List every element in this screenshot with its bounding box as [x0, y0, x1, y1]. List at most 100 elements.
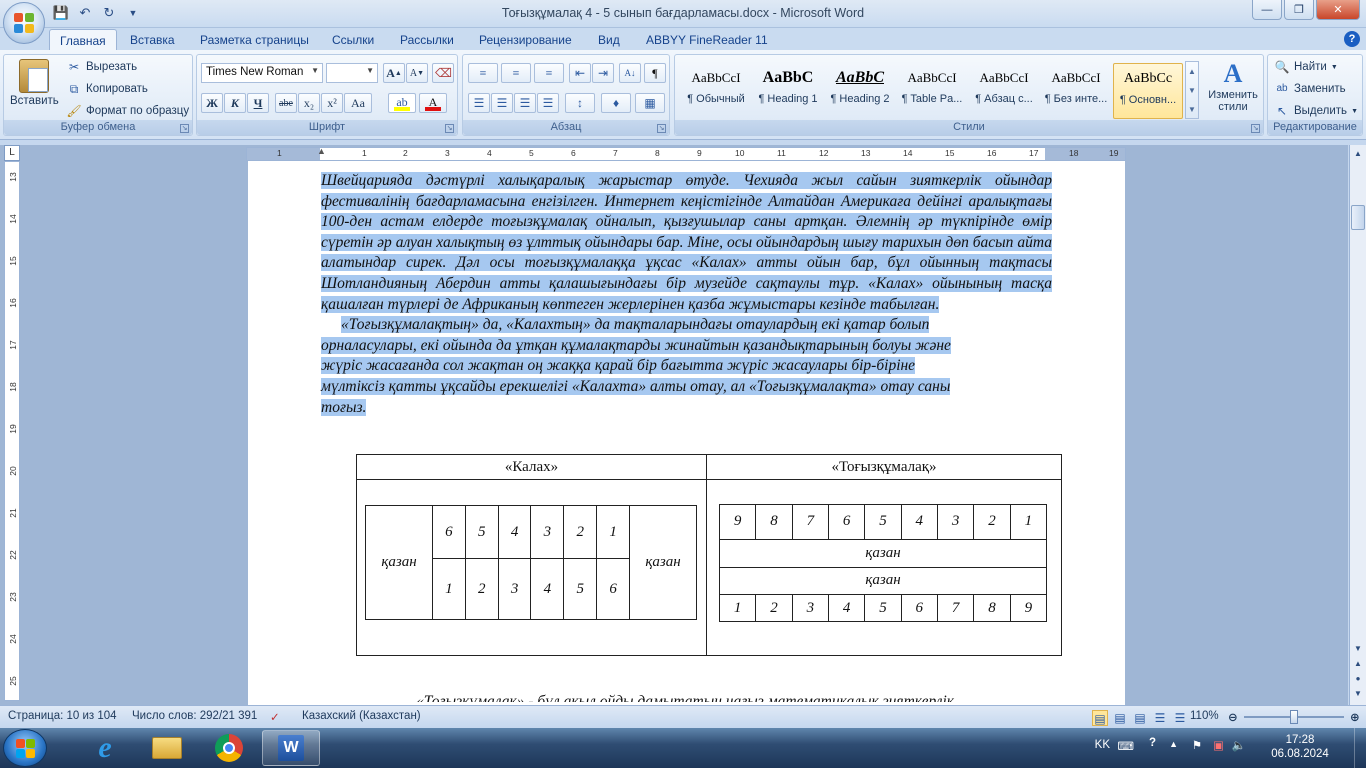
- next-page-icon[interactable]: ▼: [1351, 687, 1365, 701]
- zoom-in-icon[interactable]: ⊕: [1350, 710, 1360, 724]
- shading-button[interactable]: ♦: [601, 93, 631, 113]
- cut-button[interactable]: ✂ Вырезать: [66, 59, 137, 75]
- align-center-button[interactable]: ☰: [491, 93, 513, 113]
- decrease-indent-button[interactable]: ⇤: [569, 63, 591, 83]
- change-styles-button[interactable]: A Изменить стили: [1203, 59, 1263, 113]
- highlight-button[interactable]: ab: [388, 93, 416, 113]
- tab-review[interactable]: Рецензирование: [469, 31, 582, 50]
- italic-button[interactable]: К: [224, 93, 246, 113]
- font-name-combo[interactable]: Times New Roman ▼: [201, 63, 323, 83]
- document-page[interactable]: Швейцарияда дәстүрлі халықаралық жарыста…: [248, 161, 1125, 705]
- show-marks-button[interactable]: ¶: [644, 63, 666, 83]
- word-count[interactable]: Число слов: 292/21 391: [132, 710, 257, 722]
- justify-button[interactable]: ☰: [537, 93, 559, 113]
- bullets-button[interactable]: ≡: [468, 63, 498, 83]
- borders-button[interactable]: ▦: [635, 93, 665, 113]
- show-desktop-button[interactable]: [1354, 728, 1366, 768]
- bold-button[interactable]: Ж: [201, 93, 223, 113]
- tab-references[interactable]: Ссылки: [322, 31, 384, 50]
- previous-page-icon[interactable]: ▲: [1351, 657, 1365, 671]
- horizontal-ruler[interactable]: 1 1 2 3 4 5 6 7 8 9 10 11 12 13 14 15 16…: [246, 146, 1126, 161]
- paste-button[interactable]: Вставить: [10, 59, 59, 107]
- align-right-button[interactable]: ☰: [514, 93, 536, 113]
- language-indicator[interactable]: KK: [1095, 739, 1110, 751]
- zoom-level[interactable]: 110%: [1190, 710, 1219, 722]
- align-left-button[interactable]: ☰: [468, 93, 490, 113]
- network-icon[interactable]: ▣: [1213, 738, 1224, 752]
- scroll-down-icon[interactable]: ▼: [1186, 81, 1198, 100]
- scroll-thumb[interactable]: [1351, 205, 1365, 230]
- vertical-ruler[interactable]: 13 14 15 16 17 18 19 20 21 22 23 24 25: [4, 161, 20, 701]
- grow-font-button[interactable]: A ▲: [383, 63, 405, 83]
- help-icon[interactable]: ?: [1149, 737, 1156, 749]
- shrink-font-button[interactable]: A ▼: [406, 63, 428, 83]
- language-indicator[interactable]: Казахский (Казахстан): [302, 710, 421, 722]
- font-launcher-icon[interactable]: ↘: [445, 124, 454, 133]
- word-button[interactable]: W: [262, 730, 320, 766]
- select-button[interactable]: ↖ Выделить ▼: [1274, 103, 1358, 119]
- tab-abbyy[interactable]: ABBYY FineReader 11: [636, 31, 778, 50]
- paragraph-launcher-icon[interactable]: ↘: [657, 124, 666, 133]
- office-button[interactable]: [3, 2, 45, 44]
- increase-indent-button[interactable]: ⇥: [592, 63, 614, 83]
- chrome-button[interactable]: [200, 730, 258, 766]
- scroll-up-icon[interactable]: ▲: [1186, 62, 1198, 81]
- style-table-paragraph[interactable]: AaBbCcI ¶ Table Pa...: [897, 63, 967, 119]
- format-painter-button[interactable]: 🖌 Формат по образцу: [66, 103, 189, 119]
- superscript-button[interactable]: x²: [321, 93, 343, 113]
- numbering-button[interactable]: ≡: [501, 63, 531, 83]
- style-main-text[interactable]: AaBbCc ¶ Основн...: [1113, 63, 1183, 119]
- action-center-icon[interactable]: ⚑: [1192, 738, 1202, 752]
- clear-format-button[interactable]: ⌫: [432, 63, 454, 83]
- web-layout-icon[interactable]: ▤: [1132, 710, 1148, 726]
- styles-scroll[interactable]: ▲ ▼ ▼: [1185, 61, 1199, 119]
- copy-button[interactable]: ⧉ Копировать: [66, 81, 148, 97]
- tab-home[interactable]: Главная: [49, 29, 117, 51]
- print-layout-icon[interactable]: ▤: [1092, 710, 1108, 726]
- tab-mailings[interactable]: Рассылки: [390, 31, 464, 50]
- style-list-paragraph[interactable]: AaBbCcI ¶ Абзац с...: [969, 63, 1039, 119]
- select-browse-object-icon[interactable]: ●: [1351, 672, 1365, 686]
- more-styles-icon[interactable]: ▼: [1186, 100, 1198, 119]
- show-hidden-icons-icon[interactable]: ▲: [1169, 739, 1178, 749]
- tab-selector-icon[interactable]: L: [4, 145, 20, 161]
- style-no-spacing[interactable]: AaBbCcI ¶ Без инте...: [1041, 63, 1111, 119]
- tab-insert[interactable]: Вставка: [120, 31, 185, 50]
- document-body[interactable]: Швейцарияда дәстүрлі халықаралық жарыста…: [321, 171, 1052, 418]
- full-screen-reading-icon[interactable]: ▤: [1112, 710, 1128, 726]
- clipboard-launcher-icon[interactable]: ↘: [180, 124, 189, 133]
- outline-icon[interactable]: ☰: [1152, 710, 1168, 726]
- multilevel-list-button[interactable]: ≡: [534, 63, 564, 83]
- internet-explorer-button[interactable]: e: [76, 730, 134, 766]
- restore-button[interactable]: ❐: [1284, 0, 1314, 20]
- style-heading-2[interactable]: AaBbC ¶ Heading 2: [825, 63, 895, 119]
- tab-view[interactable]: Вид: [588, 31, 630, 50]
- line-spacing-button[interactable]: ↕: [565, 93, 595, 113]
- find-button[interactable]: 🔍 Найти ▼: [1274, 59, 1338, 75]
- draft-icon[interactable]: ☰: [1172, 710, 1188, 726]
- vertical-scrollbar[interactable]: ▲ ▼ ▲ ● ▼: [1349, 145, 1366, 705]
- explorer-button[interactable]: [138, 730, 196, 766]
- scroll-down-icon[interactable]: ▼: [1351, 642, 1365, 656]
- underline-button[interactable]: Ч: [247, 93, 269, 113]
- start-button[interactable]: [3, 729, 47, 767]
- replace-button[interactable]: ab Заменить: [1274, 81, 1345, 97]
- volume-icon[interactable]: 🔈: [1232, 738, 1246, 752]
- change-case-button[interactable]: Aa: [344, 93, 372, 113]
- font-color-button[interactable]: A: [419, 93, 447, 113]
- indent-marker-icon[interactable]: ▲: [317, 146, 326, 156]
- subscript-button[interactable]: x₂: [298, 93, 320, 113]
- help-icon[interactable]: ?: [1344, 31, 1360, 47]
- spellcheck-icon[interactable]: ✓: [270, 710, 280, 724]
- styles-launcher-icon[interactable]: ↘: [1251, 124, 1260, 133]
- tab-page-layout[interactable]: Разметка страницы: [190, 31, 319, 50]
- close-button[interactable]: ✕: [1316, 0, 1360, 20]
- clock[interactable]: 17:28 06.08.2024: [1260, 733, 1340, 761]
- font-size-combo[interactable]: ▼: [326, 63, 378, 83]
- strikethrough-button[interactable]: abe: [275, 93, 297, 113]
- zoom-out-icon[interactable]: ⊖: [1228, 710, 1238, 724]
- style-heading-1[interactable]: AaBbC ¶ Heading 1: [753, 63, 823, 119]
- scroll-up-icon[interactable]: ▲: [1351, 147, 1365, 161]
- zoom-slider-handle[interactable]: [1290, 710, 1298, 724]
- sort-button[interactable]: A↓: [619, 63, 641, 83]
